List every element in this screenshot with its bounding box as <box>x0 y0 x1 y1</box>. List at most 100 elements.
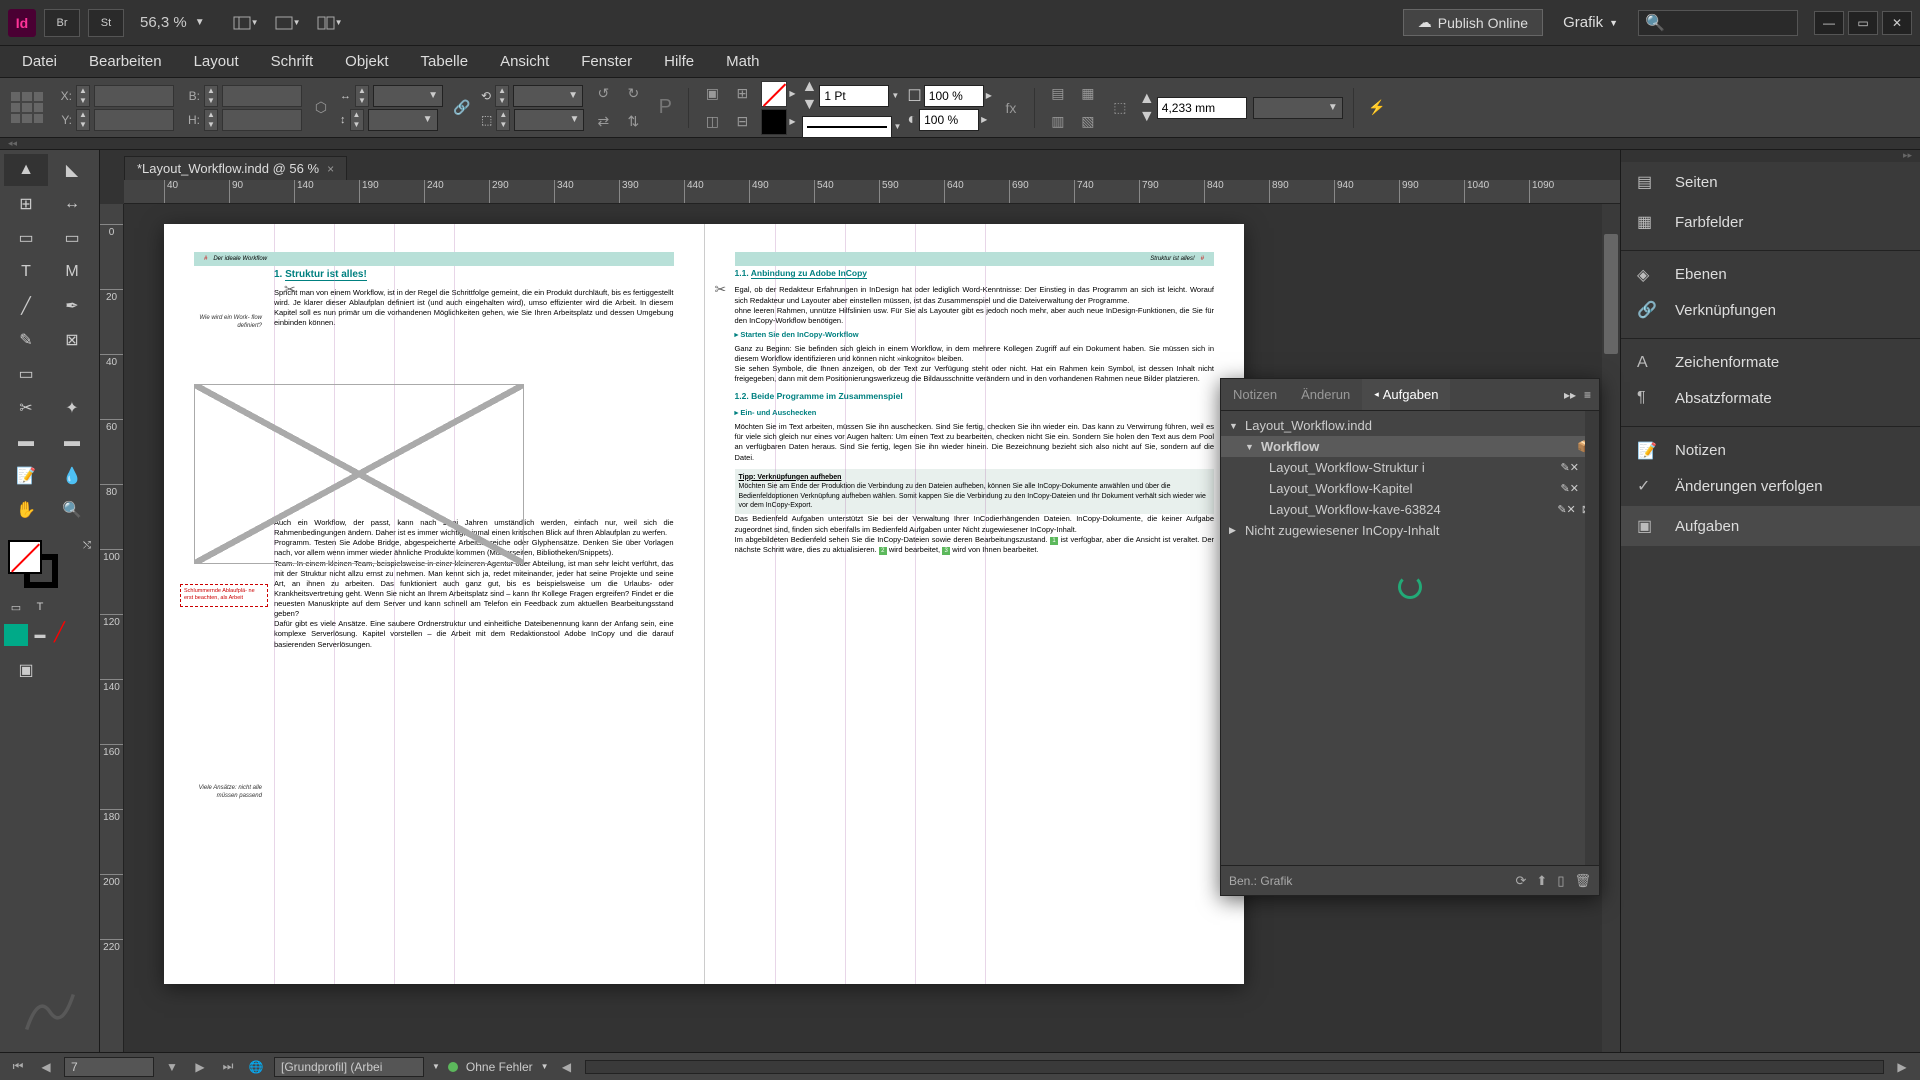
rotate-ccw-icon[interactable]: ↺ <box>590 81 616 107</box>
apply-color-icon[interactable] <box>4 624 28 646</box>
minimize-button[interactable]: — <box>1814 11 1844 35</box>
first-page-button[interactable]: ⏮ <box>8 1059 28 1074</box>
panel-ebenen[interactable]: ◈Ebenen <box>1621 250 1920 290</box>
stroke-weight-field[interactable]: 1 Pt <box>819 85 889 107</box>
x-stepper[interactable]: ▲▼ <box>76 85 90 107</box>
open-icon[interactable]: 🌐 <box>246 1060 266 1074</box>
refresh-icon[interactable]: ⟳ <box>1516 873 1527 889</box>
pen-tool[interactable]: ✒ <box>50 290 94 322</box>
disclosure-icon[interactable]: ▶ <box>1229 525 1239 536</box>
stroke-color-swatch[interactable] <box>761 109 787 135</box>
new-assignment-icon[interactable]: ▯ <box>1557 873 1564 889</box>
horizontal-ruler[interactable]: 40 90 140 190 240 290 340 390 440 490 54… <box>124 180 1620 204</box>
scroll-left-button[interactable]: ◀ <box>557 1060 577 1074</box>
select-content-icon[interactable]: ◫ <box>699 109 725 135</box>
delete-icon[interactable]: 🗑 <box>1574 873 1591 889</box>
pencil-tool[interactable]: ✎ <box>4 324 48 356</box>
scale-x-field[interactable]: ▼ <box>373 85 443 107</box>
tree-item[interactable]: Layout_Workflow-Kapitel✎✕▯ <box>1221 478 1599 499</box>
fill-color-swatch[interactable] <box>761 81 787 107</box>
vertical-ruler[interactable]: 0 20 40 60 80 100 120 140 160 180 200 22… <box>100 204 124 1052</box>
color-swap-area[interactable]: ⤭ <box>4 540 95 590</box>
tree-unassigned[interactable]: ▶Nicht zugewiesener InCopy-Inhalt <box>1221 520 1599 541</box>
page-dropdown[interactable]: ▼ <box>162 1060 182 1074</box>
prev-page-button[interactable]: ◀ <box>36 1060 56 1074</box>
y-field[interactable] <box>94 109 174 131</box>
close-button[interactable]: ✕ <box>1882 11 1912 35</box>
shear-stepper[interactable]: ▲▼ <box>496 109 510 131</box>
tint-field[interactable]: 100 % <box>919 109 979 131</box>
y-stepper[interactable]: ▲▼ <box>76 109 90 131</box>
page-tool[interactable]: ⊞ <box>4 188 48 220</box>
direct-selection-tool[interactable]: ◣ <box>50 154 94 186</box>
flip-v-icon[interactable]: ⇅ <box>620 109 646 135</box>
panel-verknuepfungen[interactable]: 🔗Verknüpfungen <box>1621 290 1920 330</box>
scale-y-stepper[interactable]: ▲▼ <box>350 109 364 131</box>
apply-none-icon[interactable]: ╱ <box>52 624 76 646</box>
link-icon[interactable]: 🔗 <box>449 95 475 121</box>
free-transform-tool[interactable]: ✦ <box>50 392 94 424</box>
normal-view-icon[interactable]: ▣ <box>4 654 48 686</box>
opacity-field[interactable]: 100 % <box>924 85 984 107</box>
rotate-cw-icon[interactable]: ↻ <box>620 81 646 107</box>
panel-aufgaben[interactable]: ▣Aufgaben <box>1621 506 1920 546</box>
rectangle-frame-tool[interactable]: ⊠ <box>50 324 94 356</box>
quick-apply-icon[interactable]: ⚡ <box>1364 95 1390 121</box>
menu-math[interactable]: Math <box>712 49 773 74</box>
apply-gradient-icon[interactable]: ▬ <box>28 624 52 646</box>
tab-aenderungen[interactable]: Änderun <box>1289 379 1362 410</box>
search-field[interactable]: 🔍 <box>1638 10 1798 36</box>
view-options-button[interactable]: ▼ <box>229 9 263 37</box>
h-field[interactable] <box>222 109 302 131</box>
disclosure-icon[interactable]: ▼ <box>1245 442 1255 452</box>
tree-item[interactable]: Layout_Workflow-kave-63824✎✕⊠ <box>1221 499 1599 520</box>
page-number-field[interactable]: 7 <box>64 1057 154 1077</box>
note-tool[interactable]: 📝 <box>4 460 48 492</box>
panel-notizen[interactable]: 📝Notizen <box>1621 426 1920 466</box>
corner-radius-field[interactable]: 4,233 mm <box>1157 97 1247 119</box>
scale-y-field[interactable]: ▼ <box>368 109 438 131</box>
panel-seiten[interactable]: ▤Seiten <box>1621 162 1920 202</box>
text-wrap-around-icon[interactable]: ▦ <box>1075 81 1101 107</box>
panel-scrollbar[interactable] <box>1585 411 1599 865</box>
gradient-feather-tool[interactable]: ▬ <box>50 426 94 458</box>
type-on-path-tool[interactable]: M <box>50 256 94 288</box>
selection-tool[interactable]: ▲ <box>4 154 48 186</box>
scroll-right-button[interactable]: ▶ <box>1892 1060 1912 1074</box>
menu-bearbeiten[interactable]: Bearbeiten <box>75 49 176 74</box>
workspace-switcher[interactable]: Grafik ▼ <box>1563 14 1618 31</box>
constrain-icon[interactable]: ⬡ <box>308 95 334 121</box>
menu-hilfe[interactable]: Hilfe <box>650 49 708 74</box>
formatting-text-icon[interactable]: T <box>28 596 52 618</box>
panel-zeichenformate[interactable]: AZeichenformate <box>1621 338 1920 378</box>
corner-shape-dropdown[interactable]: ▼ <box>1253 97 1343 119</box>
text-wrap-none-icon[interactable]: ▤ <box>1045 81 1071 107</box>
panel-menu-icon[interactable]: ≡ <box>1584 388 1591 402</box>
maximize-button[interactable]: ▭ <box>1848 11 1878 35</box>
ellipse-tool[interactable] <box>50 358 94 390</box>
document-tab[interactable]: *Layout_Workflow.indd @ 56 % × <box>124 156 347 180</box>
rotate-field[interactable]: ▼ <box>513 85 583 107</box>
gap-tool[interactable]: ↔ <box>50 188 94 220</box>
preflight-status-text[interactable]: Ohne Fehler <box>466 1060 533 1074</box>
text-wrap-jump-icon[interactable]: ▧ <box>1075 109 1101 135</box>
swap-colors-icon[interactable]: ⤭ <box>83 540 91 551</box>
x-field[interactable] <box>94 85 174 107</box>
rotate-stepper[interactable]: ▲▼ <box>495 85 509 107</box>
tab-aufgaben[interactable]: ◂Aufgaben <box>1362 379 1450 410</box>
menu-tabelle[interactable]: Tabelle <box>407 49 483 74</box>
gradient-swatch-tool[interactable]: ▬ <box>4 426 48 458</box>
effects-icon[interactable]: fx <box>998 95 1024 121</box>
menu-ansicht[interactable]: Ansicht <box>486 49 563 74</box>
rectangle-tool[interactable]: ▭ <box>4 358 48 390</box>
select-container-icon[interactable]: ▣ <box>699 81 725 107</box>
scale-x-stepper[interactable]: ▲▼ <box>355 85 369 107</box>
shear-field[interactable]: ▼ <box>514 109 584 131</box>
tree-workflow[interactable]: ▼Workflow📦 <box>1221 436 1599 457</box>
w-field[interactable] <box>222 85 302 107</box>
h-stepper[interactable]: ▲▼ <box>204 109 218 131</box>
line-tool[interactable]: ╱ <box>4 290 48 322</box>
tree-item[interactable]: Layout_Workflow-Struktur i✎✕▯ <box>1221 457 1599 478</box>
flip-h-icon[interactable]: ⇄ <box>590 109 616 135</box>
menu-objekt[interactable]: Objekt <box>331 49 402 74</box>
